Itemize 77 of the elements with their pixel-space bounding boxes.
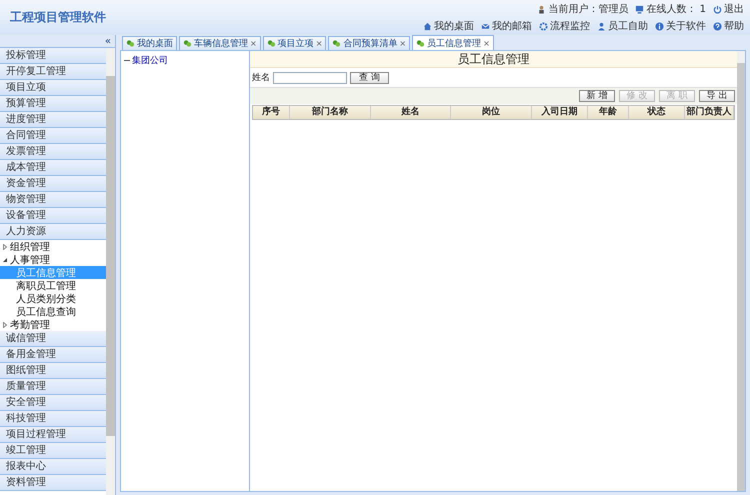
sidebar-section[interactable]: 项目过程管理	[0, 427, 106, 443]
header-link[interactable]: 我的邮箱	[492, 19, 532, 33]
sidebar-section[interactable]: 进度管理	[0, 112, 106, 128]
column-header: 状态	[629, 106, 685, 119]
sidebar-section[interactable]: 发票管理	[0, 144, 106, 160]
tree-item[interactable]: 人事管理	[0, 253, 106, 266]
scrollbar[interactable]	[106, 48, 115, 495]
header-link[interactable]: 员工自助	[608, 19, 648, 33]
collapsed-triangle-icon[interactable]	[2, 244, 8, 250]
column-header: 序号	[253, 106, 290, 119]
search-label: 姓名	[252, 72, 270, 84]
tree-item[interactable]: 集团公司	[132, 54, 168, 67]
toolbar-button[interactable]: 导 出	[699, 90, 735, 102]
tree-item[interactable]: 离职员工管理	[0, 279, 106, 292]
tree-item[interactable]: 组织管理	[0, 240, 106, 253]
sidebar-section[interactable]: 设备管理	[0, 208, 106, 224]
header-link[interactable]: 帮助	[724, 19, 744, 33]
name-input[interactable]	[273, 72, 347, 84]
header-link[interactable]: 关于软件	[666, 19, 706, 33]
sidebar-section[interactable]: 合同管理	[0, 128, 106, 144]
sidebar-section[interactable]: 物资管理	[0, 192, 106, 208]
person-icon	[597, 22, 606, 30]
sidebar-section[interactable]: 预算管理	[0, 96, 106, 112]
collapsed-triangle-icon[interactable]	[2, 322, 8, 328]
tree-item[interactable]: 人员类别分类	[0, 292, 106, 305]
collapse-button[interactable]: «	[104, 36, 111, 46]
column-header: 年龄	[588, 106, 629, 119]
user-label: 当前用户：管理员	[548, 2, 628, 16]
column-header: 岗位	[451, 106, 532, 119]
sidebar-section[interactable]: 备用金管理	[0, 347, 106, 363]
tab[interactable]: 我的桌面	[122, 36, 177, 50]
tab[interactable]: 员工信息管理 ×	[412, 35, 494, 50]
sidebar-section[interactable]: 诚信管理	[0, 331, 106, 347]
close-icon[interactable]: ×	[316, 39, 322, 48]
header-link[interactable]: 流程监控	[550, 19, 590, 33]
sidebar-section[interactable]: 科技管理	[0, 411, 106, 427]
sidebar-section[interactable]: 投标管理	[0, 48, 106, 64]
expanded-triangle-icon[interactable]	[2, 256, 8, 262]
toolbar-button[interactable]: 新 增	[579, 90, 615, 102]
tab[interactable]: 项目立项 ×	[262, 36, 326, 50]
tree-item[interactable]: 员工信息查询	[0, 305, 106, 318]
close-icon[interactable]: ×	[483, 38, 490, 48]
sidebar-section[interactable]: 资金管理	[0, 176, 106, 192]
user-icon	[537, 4, 546, 14]
logout-link[interactable]: 退出	[724, 2, 744, 16]
envelope-icon	[481, 22, 490, 30]
help-icon	[713, 22, 722, 30]
sidebar-section[interactable]: 项目立项	[0, 80, 106, 96]
close-icon[interactable]: ×	[399, 39, 406, 48]
tab[interactable]: 合同预算清单 ×	[328, 36, 410, 50]
sidebar-section[interactable]: 竣工管理	[0, 443, 106, 459]
column-header: 部门名称	[290, 106, 370, 119]
sidebar-section[interactable]: 报表中心	[0, 459, 106, 475]
header-link[interactable]: 我的桌面	[434, 19, 474, 33]
sidebar-section[interactable]: 资料管理	[0, 475, 106, 491]
online-count: 在线人数： 1	[646, 2, 706, 16]
sidebar-section[interactable]: 成本管理	[0, 160, 106, 176]
monitor-icon	[635, 4, 644, 14]
column-header: 部门负责人	[685, 106, 734, 119]
page-title: 员工信息管理	[250, 51, 737, 68]
tab[interactable]: 车辆信息管理 ×	[179, 36, 261, 50]
power-icon	[713, 4, 722, 14]
gear-icon	[539, 22, 548, 30]
sidebar-section[interactable]: 质量管理	[0, 379, 106, 395]
scrollbar[interactable]	[737, 51, 745, 491]
close-icon[interactable]: ×	[250, 39, 257, 48]
app-title: 工程项目管理软件	[10, 9, 106, 26]
sidebar-section[interactable]: 图纸管理	[0, 363, 106, 379]
search-button[interactable]: 查 询	[350, 72, 389, 84]
sidebar-section[interactable]: 安全管理	[0, 395, 106, 411]
home-icon	[423, 22, 432, 30]
column-header: 入司日期	[532, 106, 588, 119]
tree-item[interactable]: 考勤管理	[0, 318, 106, 331]
sidebar-section[interactable]: 开停复工管理	[0, 64, 106, 80]
column-header: 姓名	[370, 106, 451, 119]
info-icon	[655, 22, 664, 30]
sidebar-section[interactable]: 人力资源	[0, 224, 106, 240]
